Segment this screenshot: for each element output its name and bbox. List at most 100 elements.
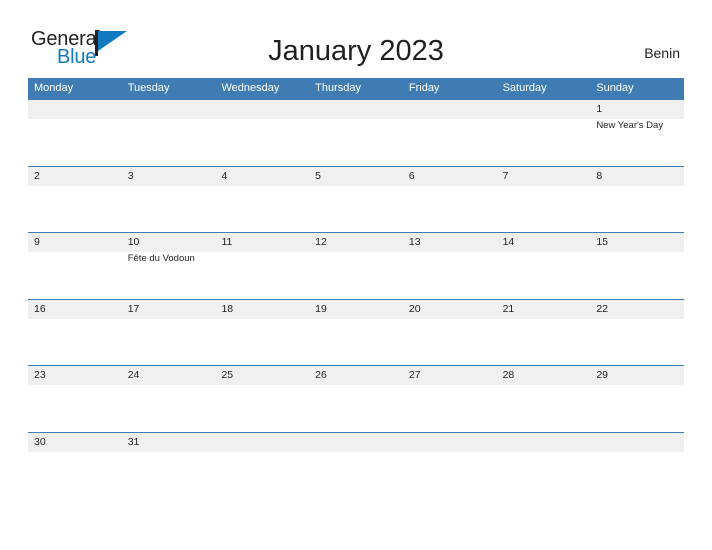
day-event — [503, 452, 591, 453]
day-cell[interactable]: 24 — [122, 366, 216, 431]
day-number: 29 — [596, 369, 608, 381]
week-row: 30 31 — [28, 431, 684, 498]
day-number: 5 — [315, 169, 321, 182]
day-number: 1 — [596, 103, 603, 115]
day-cell[interactable]: 14 — [497, 233, 591, 298]
weekday-header-saturday: Saturday — [502, 82, 547, 94]
day-number — [34, 100, 122, 119]
day-event — [34, 119, 122, 120]
week-row: 9 10 Fête du Vodoun 11 12 13 14 15 — [28, 232, 684, 299]
day-cell[interactable]: 3 — [122, 167, 216, 232]
day-cell[interactable] — [215, 433, 309, 498]
day-cell[interactable]: 17 — [122, 300, 216, 365]
day-cell[interactable] — [497, 100, 591, 165]
week-row: 16 17 18 19 20 21 22 — [28, 298, 684, 365]
day-cell[interactable] — [590, 433, 684, 498]
day-event — [596, 186, 684, 187]
day-number: 13 — [408, 236, 421, 248]
day-event — [221, 385, 309, 386]
day-number: 22 — [596, 302, 608, 315]
day-event: Fête du Vodoun — [127, 253, 195, 264]
week-row: 2 3 4 5 6 7 8 — [28, 165, 684, 232]
day-number: 10 — [127, 236, 140, 248]
day-cell[interactable]: 23 — [28, 366, 122, 431]
page-header: General Blue January 2023 Benin — [0, 0, 712, 78]
weekday-header-thursday: Thursday — [315, 82, 362, 94]
day-event — [503, 119, 591, 120]
day-cell[interactable]: 31 — [122, 433, 216, 498]
day-cell[interactable]: 12 — [309, 233, 403, 298]
day-number: 11 — [221, 236, 233, 248]
day-cell[interactable]: 6 — [403, 167, 497, 232]
day-number: 12 — [315, 236, 327, 248]
day-cell[interactable]: 26 — [309, 366, 403, 431]
day-cell[interactable]: 19 — [309, 300, 403, 365]
day-number: 30 — [34, 435, 46, 448]
day-cell[interactable] — [309, 100, 403, 165]
day-cell[interactable]: 22 — [590, 300, 684, 365]
day-cell[interactable]: 28 — [497, 366, 591, 431]
day-event — [503, 319, 591, 320]
day-cell[interactable]: 9 — [28, 233, 122, 298]
day-event — [128, 452, 216, 453]
day-event — [503, 252, 591, 253]
day-number: 21 — [502, 302, 515, 315]
weekday-header-tuesday: Tuesday — [127, 82, 170, 94]
day-cell[interactable]: 27 — [403, 366, 497, 431]
day-number: 7 — [502, 169, 509, 182]
day-cell[interactable]: 18 — [215, 300, 309, 365]
day-cell[interactable]: 7 — [497, 167, 591, 232]
day-cell[interactable] — [403, 433, 497, 498]
day-number — [503, 100, 591, 119]
day-event — [409, 452, 497, 453]
day-cell[interactable]: 21 — [497, 300, 591, 365]
day-cell[interactable]: 13 — [403, 233, 497, 298]
day-cell[interactable] — [309, 433, 403, 498]
day-event — [221, 319, 309, 320]
day-cell[interactable]: 11 — [215, 233, 309, 298]
day-number: 9 — [34, 236, 40, 248]
day-cell[interactable]: 10 Fête du Vodoun — [122, 233, 216, 298]
day-cell[interactable]: 2 — [28, 167, 122, 232]
day-number: 20 — [408, 302, 421, 315]
day-cell[interactable] — [28, 100, 122, 165]
day-event — [596, 319, 684, 320]
day-number — [503, 433, 591, 452]
day-cell[interactable]: 30 — [28, 433, 122, 498]
day-cell[interactable]: 4 — [215, 167, 309, 232]
day-cell[interactable]: 20 — [403, 300, 497, 365]
day-number: 2 — [34, 169, 40, 182]
calendar-grid: Monday Tuesday Wednesday Thursday Friday… — [28, 78, 684, 498]
day-event — [221, 452, 309, 453]
day-cell[interactable]: 25 — [215, 366, 309, 431]
day-event — [128, 385, 216, 386]
day-number: 8 — [596, 169, 603, 182]
day-cell[interactable] — [403, 100, 497, 165]
day-number: 15 — [596, 236, 608, 248]
day-event — [503, 385, 591, 386]
day-number: 27 — [408, 369, 421, 381]
day-event — [409, 186, 497, 187]
day-cell[interactable]: 1 New Year's Day — [590, 100, 684, 165]
day-cell[interactable]: 5 — [309, 167, 403, 232]
day-cell[interactable]: 8 — [590, 167, 684, 232]
weekday-header-friday: Friday — [408, 82, 440, 94]
day-event — [596, 385, 684, 386]
day-number: 28 — [502, 369, 515, 381]
day-cell[interactable] — [497, 433, 591, 498]
day-cell[interactable]: 29 — [590, 366, 684, 431]
day-number — [221, 433, 309, 452]
day-event — [315, 119, 403, 120]
weekday-header-monday: Monday — [34, 82, 74, 94]
weekday-header-row: Monday Tuesday Wednesday Thursday Friday… — [28, 78, 684, 99]
day-cell[interactable]: 16 — [28, 300, 122, 365]
day-cell[interactable] — [122, 100, 216, 165]
day-event — [128, 186, 216, 187]
day-cell[interactable] — [215, 100, 309, 165]
day-cell[interactable]: 15 — [590, 233, 684, 298]
week-row: 1 New Year's Day — [28, 99, 684, 166]
day-number — [409, 433, 497, 452]
day-event — [34, 186, 122, 187]
day-number — [315, 100, 403, 119]
day-number — [409, 100, 497, 119]
